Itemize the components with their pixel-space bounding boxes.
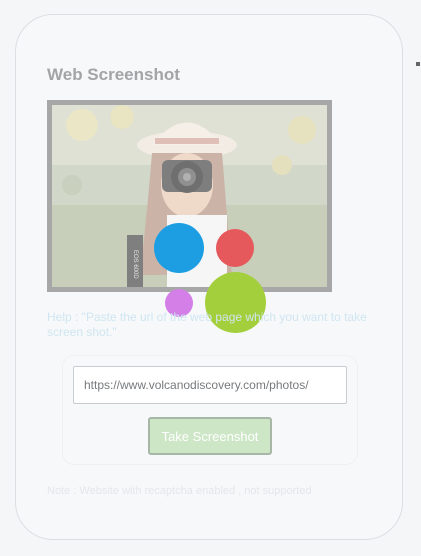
decorative-red-dot: [216, 229, 254, 267]
url-input[interactable]: [73, 366, 347, 404]
page-title: Web Screenshot: [47, 65, 180, 84]
scrollbar-marker: [416, 62, 420, 66]
decorative-blue-dot: [154, 223, 204, 273]
help-text: Help : "Paste the url of the web page wh…: [47, 310, 367, 339]
recaptcha-note: Note : Website with recaptcha enabled , …: [47, 485, 312, 497]
take-screenshot-button[interactable]: Take Screenshot: [148, 417, 272, 455]
